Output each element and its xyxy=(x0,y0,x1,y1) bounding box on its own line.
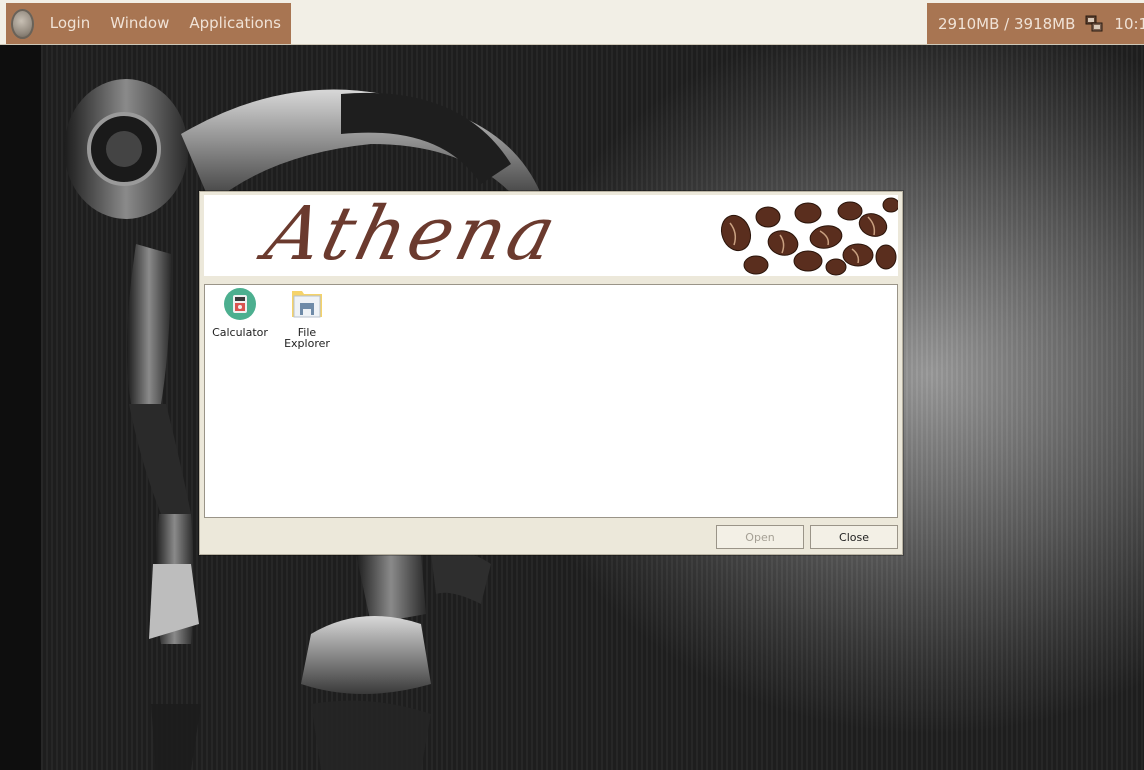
top-panel: Login Window Applications 2910MB / 3918M… xyxy=(0,0,1144,45)
menu-window[interactable]: Window xyxy=(100,3,179,44)
menu-applications[interactable]: Applications xyxy=(179,3,291,44)
calculator-icon xyxy=(224,288,256,320)
file-explorer-icon xyxy=(292,291,322,318)
menu-login[interactable]: Login xyxy=(40,3,100,44)
close-button[interactable]: Close xyxy=(810,525,898,549)
banner-title: Athena xyxy=(257,195,568,276)
desktop-left-strip xyxy=(0,44,41,770)
network-tray-icon[interactable] xyxy=(1085,15,1103,33)
memory-usage-text: 2910MB / 3918MB xyxy=(938,14,1076,33)
open-button[interactable]: Open xyxy=(716,525,804,549)
applications-dialog: Athena Calculator File Explorer Open Clo… xyxy=(199,191,903,555)
application-list: Calculator File Explorer xyxy=(204,284,898,518)
app-file-explorer[interactable]: File Explorer xyxy=(271,287,343,349)
coffee-beans-image xyxy=(708,195,898,276)
panel-menu-area: Login Window Applications xyxy=(6,3,291,44)
app-label-file-explorer: File Explorer xyxy=(284,326,330,350)
athena-banner: Athena xyxy=(204,195,898,276)
app-calculator[interactable]: Calculator xyxy=(205,287,275,338)
app-label-calculator: Calculator xyxy=(212,326,268,339)
clock-text: 10:1 xyxy=(1114,14,1144,33)
main-menu-logo-icon[interactable] xyxy=(11,8,34,39)
panel-status-area: 2910MB / 3918MB 10:1 xyxy=(927,3,1144,44)
